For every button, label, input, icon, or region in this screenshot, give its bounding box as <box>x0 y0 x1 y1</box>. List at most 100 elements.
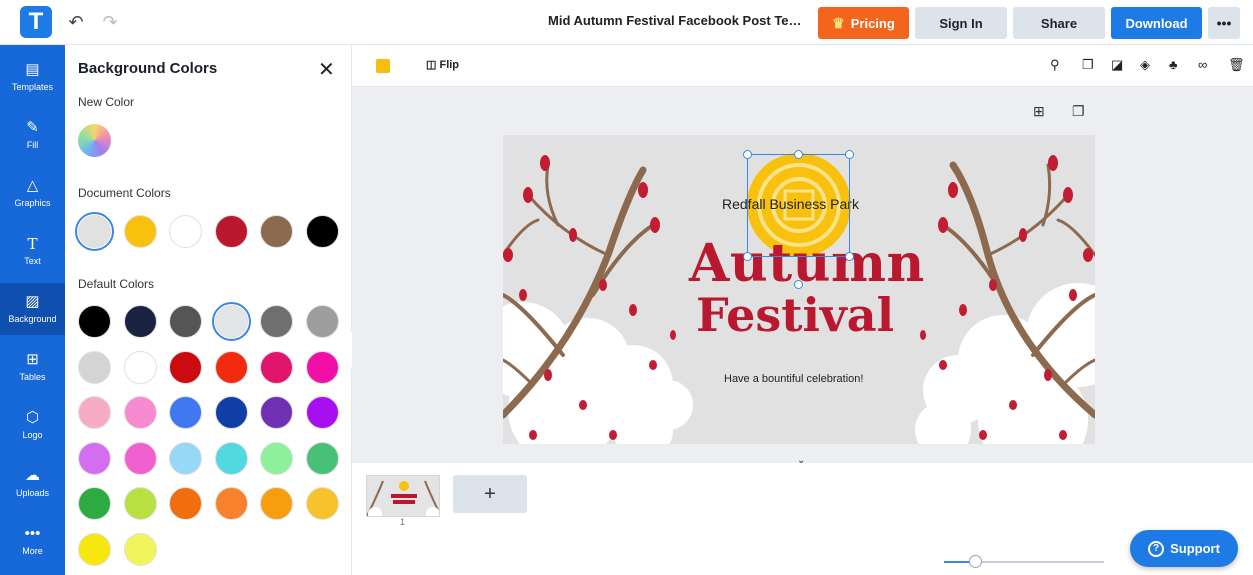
graphics-icon: △ <box>26 177 39 194</box>
templates-icon: ▤ <box>25 61 40 78</box>
support-button[interactable]: ? Support <box>1130 530 1238 567</box>
page-thumbnail[interactable] <box>366 475 440 517</box>
rail-item-tables[interactable]: ⊞ Tables <box>0 341 65 393</box>
color-swatch[interactable] <box>169 487 202 520</box>
rail-item-uploads[interactable]: ☁ Uploads <box>0 457 65 509</box>
left-rail: ▤ Templates ✎ Fill △ Graphics T Text ▨ B… <box>0 45 65 575</box>
color-swatch[interactable] <box>305 305 339 338</box>
color-swatch[interactable] <box>260 215 293 248</box>
color-swatch[interactable] <box>260 305 293 338</box>
color-swatch[interactable] <box>169 441 202 475</box>
color-swatch[interactable] <box>214 441 248 475</box>
opacity-icon[interactable]: ◈ <box>1140 57 1150 73</box>
background-colors-panel: Background Colors ✕ New Color Document C… <box>65 45 352 575</box>
rail-item-background[interactable]: ▨ Background <box>0 283 65 335</box>
tables-icon: ⊞ <box>26 351 39 368</box>
resize-handle[interactable] <box>845 150 854 159</box>
help-icon: ? <box>1148 540 1165 557</box>
color-swatch[interactable] <box>123 350 157 384</box>
app-logo[interactable]: T <box>20 6 52 38</box>
color-swatch[interactable] <box>169 350 202 384</box>
color-swatch[interactable] <box>78 532 111 566</box>
color-swatch[interactable] <box>260 487 293 520</box>
color-swatch[interactable] <box>260 441 293 475</box>
color-swatch[interactable] <box>211 302 251 341</box>
resize-handle[interactable] <box>743 150 752 159</box>
design-canvas[interactable]: Redfall Business Park Autumn Festival Ha… <box>503 135 1095 444</box>
rotate-handle[interactable] <box>794 280 803 289</box>
color-swatch[interactable] <box>214 350 248 384</box>
color-swatch[interactable] <box>123 396 157 429</box>
selection-box[interactable] <box>747 154 850 257</box>
color-swatch[interactable] <box>169 396 202 429</box>
resize-handle[interactable] <box>845 252 854 261</box>
align-icon[interactable]: ♣ <box>1169 57 1178 72</box>
add-page-button[interactable]: + <box>453 475 527 513</box>
rail-item-templates[interactable]: ▤ Templates <box>0 51 65 103</box>
canvas-area: ⊞ ❐ Redfall Business Park Autumn Festiva… <box>352 87 1253 463</box>
color-swatch[interactable] <box>214 487 248 520</box>
color-swatch[interactable] <box>123 532 157 566</box>
color-swatch[interactable] <box>214 396 248 429</box>
add-page-icon[interactable]: ⊞ <box>1033 103 1045 120</box>
layer-order-icon[interactable]: ◪ <box>1111 57 1123 73</box>
color-swatch[interactable] <box>214 215 248 248</box>
duplicate-icon[interactable]: ❐ <box>1082 57 1094 73</box>
color-swatch[interactable] <box>260 396 293 429</box>
document-title[interactable]: Mid Autumn Festival Facebook Post Temp..… <box>548 13 806 28</box>
new-color-picker[interactable] <box>78 124 111 157</box>
color-swatch[interactable] <box>305 396 339 429</box>
rail-item-label: Fill <box>26 140 39 150</box>
rail-item-label: Templates <box>11 82 54 92</box>
resize-handle[interactable] <box>794 150 803 159</box>
paint-roller-icon[interactable]: ⚲ <box>1050 57 1060 73</box>
rail-item-more[interactable]: ••• More <box>0 515 65 567</box>
color-swatch[interactable] <box>305 441 339 475</box>
more-options-button[interactable]: ••• <box>1208 7 1240 39</box>
background-fill-swatch[interactable] <box>376 59 390 73</box>
color-swatch[interactable] <box>305 350 339 384</box>
color-swatch[interactable] <box>123 215 157 248</box>
pricing-label: Pricing <box>850 15 895 31</box>
color-swatch[interactable] <box>78 487 111 520</box>
color-swatch[interactable] <box>305 215 339 248</box>
title-line-2[interactable]: Festival <box>696 288 894 342</box>
page-number: 1 <box>400 517 406 527</box>
flip-button[interactable]: ◫ Flip <box>426 58 459 71</box>
page-thumbnail-preview <box>367 476 439 516</box>
panel-title: Background Colors <box>78 60 218 77</box>
more-icon: ••• <box>24 525 41 542</box>
background-icon: ▨ <box>25 293 40 310</box>
rail-item-label: Logo <box>22 430 43 440</box>
undo-icon[interactable]: ↶ <box>66 12 86 32</box>
rail-item-logo[interactable]: ⬡ Logo <box>0 399 65 451</box>
sign-in-button[interactable]: Sign In <box>915 7 1007 39</box>
color-swatch[interactable] <box>78 441 111 475</box>
link-icon[interactable]: ∞ <box>1198 57 1207 72</box>
rail-item-graphics[interactable]: △ Graphics <box>0 167 65 219</box>
color-swatch[interactable] <box>123 487 157 520</box>
rail-item-text[interactable]: T Text <box>0 225 65 277</box>
share-button[interactable]: Share <box>1013 7 1105 39</box>
color-swatch[interactable] <box>78 305 111 338</box>
uploads-icon: ☁ <box>25 467 40 484</box>
color-swatch[interactable] <box>123 305 157 338</box>
rail-item-fill[interactable]: ✎ Fill <box>0 109 65 161</box>
zoom-slider-handle[interactable] <box>969 555 982 568</box>
redo-icon[interactable]: ↷ <box>100 12 120 32</box>
tagline-text[interactable]: Have a bountiful celebration! <box>724 373 863 385</box>
color-swatch[interactable] <box>123 441 157 475</box>
color-swatch[interactable] <box>260 350 293 384</box>
color-swatch[interactable] <box>78 350 111 384</box>
resize-handle[interactable] <box>743 252 752 261</box>
pricing-button[interactable]: ♛ Pricing <box>818 7 909 39</box>
color-swatch[interactable] <box>169 305 202 338</box>
download-button[interactable]: Download <box>1111 7 1202 39</box>
color-swatch[interactable] <box>305 487 339 520</box>
color-swatch[interactable] <box>169 215 202 248</box>
color-swatch[interactable] <box>75 212 114 251</box>
trash-icon[interactable]: 🗑 <box>1228 57 1245 73</box>
copy-page-icon[interactable]: ❐ <box>1072 103 1085 120</box>
close-icon[interactable]: ✕ <box>318 57 335 82</box>
color-swatch[interactable] <box>78 396 111 429</box>
